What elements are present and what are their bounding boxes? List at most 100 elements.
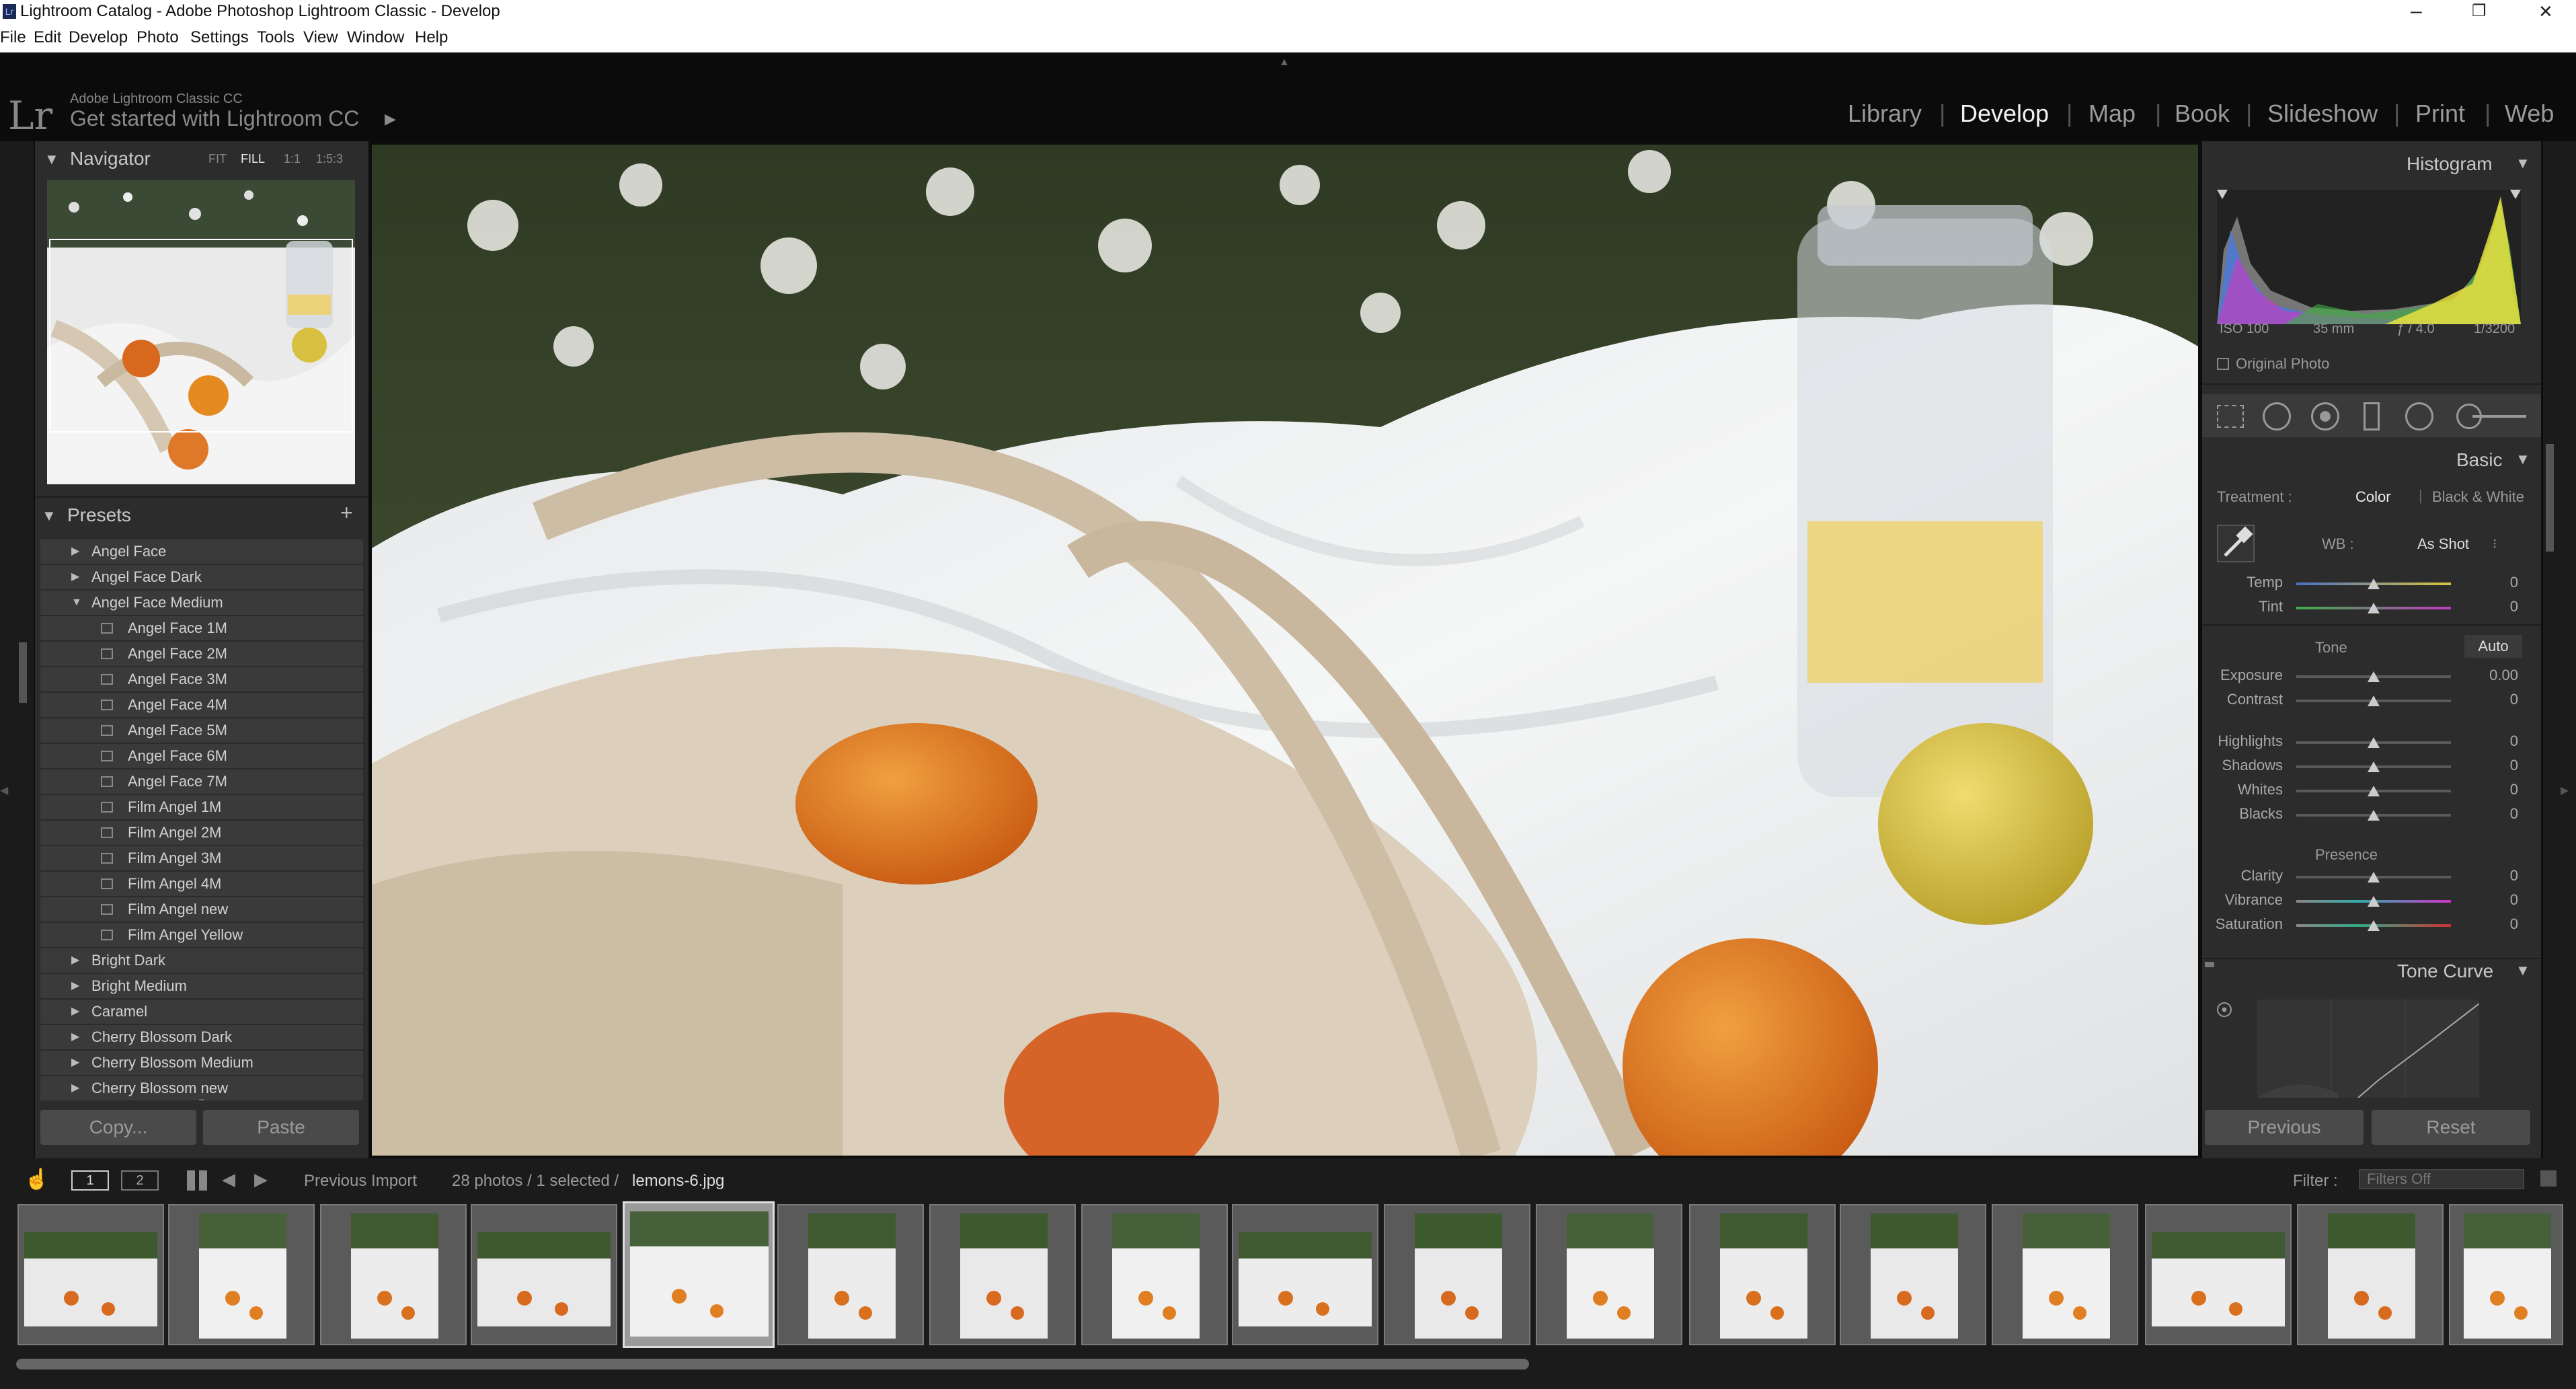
slider-knob[interactable]	[2368, 671, 2380, 682]
play-icon[interactable]: ▶	[385, 110, 396, 128]
preset-item[interactable]: Film Angel 1M	[40, 795, 363, 821]
collapsed-triangle-icon[interactable]: ▶	[71, 1025, 79, 1049]
add-preset-button[interactable]: +	[340, 500, 353, 525]
module-web[interactable]: Web	[2505, 100, 2554, 128]
slider-value[interactable]: 0	[2464, 781, 2518, 798]
grid-view-icon[interactable]	[187, 1170, 207, 1191]
histogram-collapse-icon[interactable]: ▼	[2515, 155, 2530, 172]
slider-knob[interactable]	[2368, 761, 2380, 772]
preset-folder[interactable]: ▶ Angel Face	[40, 539, 363, 565]
main-photo-canvas[interactable]	[372, 145, 2198, 1156]
zoom-fit[interactable]: FIT	[208, 152, 227, 166]
filmstrip-thumbnail[interactable]	[929, 1204, 1076, 1345]
module-print[interactable]: Print	[2415, 100, 2465, 128]
menu-edit[interactable]: Edit	[34, 28, 61, 47]
tone-curve-graph[interactable]	[2257, 1000, 2480, 1098]
slider-value[interactable]: 0.00	[2464, 667, 2518, 684]
close-button[interactable]: ✕	[2538, 1, 2553, 22]
filmstrip-thumbnail[interactable]	[471, 1204, 617, 1345]
collapsed-triangle-icon[interactable]: ▶	[71, 1051, 79, 1075]
preset-item[interactable]: Film Angel 4M	[40, 872, 363, 897]
treatment-bw[interactable]: Black & White	[2432, 488, 2524, 506]
module-slideshow[interactable]: Slideshow	[2267, 100, 2378, 128]
collapsed-triangle-icon[interactable]: ▶	[71, 565, 79, 589]
filmstrip-thumbnail[interactable]	[777, 1204, 924, 1345]
slider-knob[interactable]	[2368, 896, 2380, 907]
reset-button[interactable]: Reset	[2372, 1110, 2530, 1145]
preset-item[interactable]: Angel Face 3M	[40, 667, 363, 693]
preset-folder[interactable]: ▶ Cherry Blossom Medium	[40, 1051, 363, 1076]
collapsed-triangle-icon[interactable]: ▶	[71, 1076, 79, 1100]
copy-button[interactable]: Copy...	[40, 1110, 196, 1145]
preset-item[interactable]: Angel Face 1M	[40, 616, 363, 642]
left-scrollbar[interactable]	[19, 642, 27, 703]
preset-folder[interactable]: ▶ Bright Medium	[40, 974, 363, 1000]
left-panel-toggle-icon[interactable]: ◀	[0, 784, 8, 797]
filter-dropdown[interactable]: Filters Off	[2359, 1169, 2524, 1189]
basic-collapse-icon[interactable]: ▼	[2515, 451, 2530, 468]
preset-folder[interactable]: ▶ Cherry Blossom Dark	[40, 1025, 363, 1051]
menu-tools[interactable]: Tools	[257, 28, 295, 47]
filmstrip-thumbnail[interactable]	[1689, 1204, 1836, 1345]
presets-collapse-icon[interactable]: ▼	[42, 507, 56, 525]
collapsed-triangle-icon[interactable]: ▶	[71, 948, 79, 973]
module-develop[interactable]: Develop	[1960, 100, 2049, 128]
screen-2-button[interactable]: 2	[121, 1170, 159, 1191]
filmstrip-thumbnail[interactable]	[623, 1201, 775, 1348]
slider-knob[interactable]	[2368, 872, 2380, 883]
preset-folder[interactable]: ▶ Cherry Blossom new	[40, 1076, 363, 1102]
right-scrollbar[interactable]	[2546, 444, 2554, 552]
filmstrip-scrollbar[interactable]	[16, 1359, 1529, 1369]
source-label[interactable]: Previous Import	[304, 1172, 417, 1191]
filmstrip-thumbnail[interactable]	[1232, 1204, 1378, 1345]
slider-value[interactable]: 0	[2464, 867, 2518, 885]
preset-item[interactable]: Angel Face 5M	[40, 718, 363, 744]
eyedropper-icon[interactable]	[2217, 525, 2255, 562]
navigator-collapse-icon[interactable]: ▼	[44, 151, 59, 168]
auto-tone-button[interactable]: Auto	[2464, 635, 2522, 658]
treatment-color[interactable]: Color	[2355, 488, 2391, 506]
slider-value[interactable]: 0	[2464, 915, 2518, 933]
wb-dropdown-arrow-icon[interactable]: ⁝	[2493, 535, 2497, 552]
collapsed-triangle-icon[interactable]: ▶	[71, 539, 79, 564]
filmstrip-thumbnail[interactable]	[1992, 1204, 2138, 1345]
filter-lock-icon[interactable]	[2540, 1170, 2557, 1187]
filmstrip-thumbnail[interactable]	[168, 1204, 315, 1345]
preset-item[interactable]: Film Angel new	[40, 897, 363, 923]
preset-folder[interactable]: ▼ Angel Face Medium	[40, 591, 363, 616]
radial-filter-icon[interactable]	[2405, 402, 2433, 430]
preset-folder[interactable]: ▶ Caramel	[40, 1000, 363, 1025]
module-book[interactable]: Book	[2175, 100, 2230, 128]
slider-knob[interactable]	[2368, 810, 2380, 821]
minimize-button[interactable]: –	[2411, 0, 2422, 23]
filmstrip-thumbnail[interactable]	[2145, 1204, 2292, 1345]
slider-value[interactable]: 0	[2464, 598, 2518, 615]
slider-knob[interactable]	[2368, 696, 2380, 706]
menu-window[interactable]: Window	[347, 28, 404, 47]
filmstrip-thumbnail[interactable]	[1384, 1204, 1530, 1345]
module-map[interactable]: Map	[2089, 100, 2136, 128]
zoom-1-1[interactable]: 1:1	[284, 152, 301, 166]
back-arrow-icon[interactable]: ◀	[222, 1169, 235, 1190]
menu-help[interactable]: Help	[415, 28, 448, 47]
selected-filename[interactable]: lemons-6.jpg	[632, 1172, 724, 1191]
panel-collapse-top-icon[interactable]: ▲	[1279, 57, 1290, 69]
identity-main[interactable]: Get started with Lightroom CC	[70, 106, 359, 131]
filmstrip-thumbnail[interactable]	[1840, 1204, 1986, 1345]
expanded-triangle-icon[interactable]: ▼	[71, 591, 82, 615]
graduated-filter-icon[interactable]	[2364, 402, 2380, 430]
red-eye-icon[interactable]	[2311, 402, 2339, 430]
collapsed-triangle-icon[interactable]: ▶	[71, 974, 79, 998]
slider-value[interactable]: 0	[2464, 805, 2518, 823]
slider-knob[interactable]	[2368, 603, 2380, 613]
slider-value[interactable]: 0	[2464, 757, 2518, 774]
navigator-preview[interactable]	[47, 180, 355, 484]
preset-item[interactable]: Angel Face 4M	[40, 693, 363, 718]
screen-1-button[interactable]: 1	[71, 1170, 109, 1191]
zoom-custom[interactable]: 1:5:3	[316, 152, 343, 166]
slider-knob[interactable]	[2368, 786, 2380, 796]
targeted-adjustment-icon[interactable]	[2217, 1002, 2232, 1017]
filmstrip-thumbnail[interactable]	[320, 1204, 467, 1345]
resize-handle[interactable]	[199, 1099, 204, 1103]
slider-value[interactable]: 0	[2464, 891, 2518, 909]
